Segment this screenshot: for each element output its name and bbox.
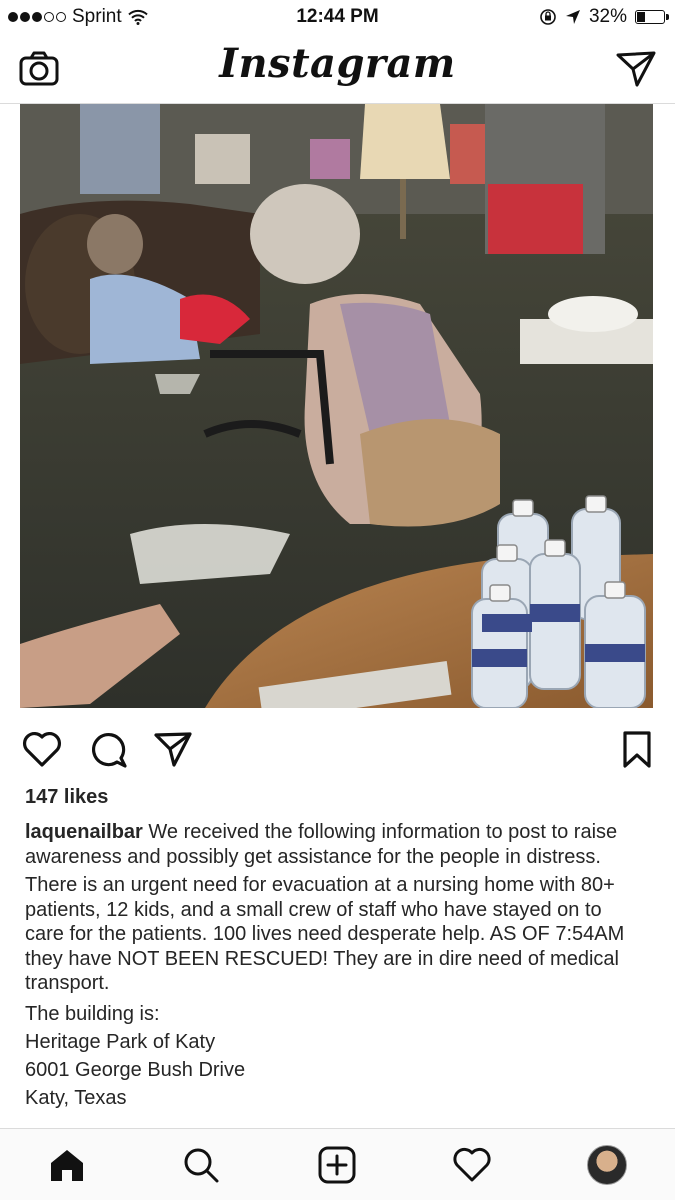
new-post-icon[interactable] <box>317 1145 357 1185</box>
nursing-home-flood-photo <box>20 104 653 708</box>
like-count[interactable]: 147 likes <box>25 786 108 809</box>
search-icon[interactable] <box>181 1145 221 1185</box>
post-photo[interactable] <box>20 104 653 708</box>
building-label: The building is: <box>25 1002 160 1025</box>
orientation-lock-icon <box>540 9 556 25</box>
home-icon[interactable] <box>47 1145 87 1185</box>
address-line: 6001 George Bush Drive <box>25 1058 246 1081</box>
status-right: 32% <box>539 6 669 28</box>
comment-icon[interactable] <box>87 728 129 770</box>
profile-avatar[interactable] <box>587 1145 627 1185</box>
caption-first-paragraph: laquenailbar We received the following i… <box>25 820 645 869</box>
battery-icon <box>635 10 669 24</box>
top-nav: Instagram <box>0 34 675 104</box>
share-icon[interactable] <box>152 728 194 770</box>
battery-percent: 32% <box>588 6 627 27</box>
address-line: Heritage Park of Katy <box>25 1030 216 1053</box>
status-bar: Sprint 12:44 PM 32% <box>0 0 675 34</box>
post-username[interactable]: laquenailbar <box>25 821 143 843</box>
address-line: Katy, Texas <box>25 1086 127 1109</box>
like-icon[interactable] <box>21 728 63 770</box>
direct-message-icon[interactable] <box>615 49 657 89</box>
activity-icon[interactable] <box>452 1145 492 1185</box>
post-caption: laquenailbar We received the following i… <box>25 820 645 1112</box>
post-actions <box>0 722 675 772</box>
bottom-tab-bar <box>0 1128 675 1200</box>
caption-second-paragraph: There is an urgent need for evacuation a… <box>25 874 625 994</box>
location-arrow-icon <box>565 10 580 24</box>
instagram-logo: Instagram <box>219 40 456 87</box>
bookmark-icon[interactable] <box>616 728 658 770</box>
